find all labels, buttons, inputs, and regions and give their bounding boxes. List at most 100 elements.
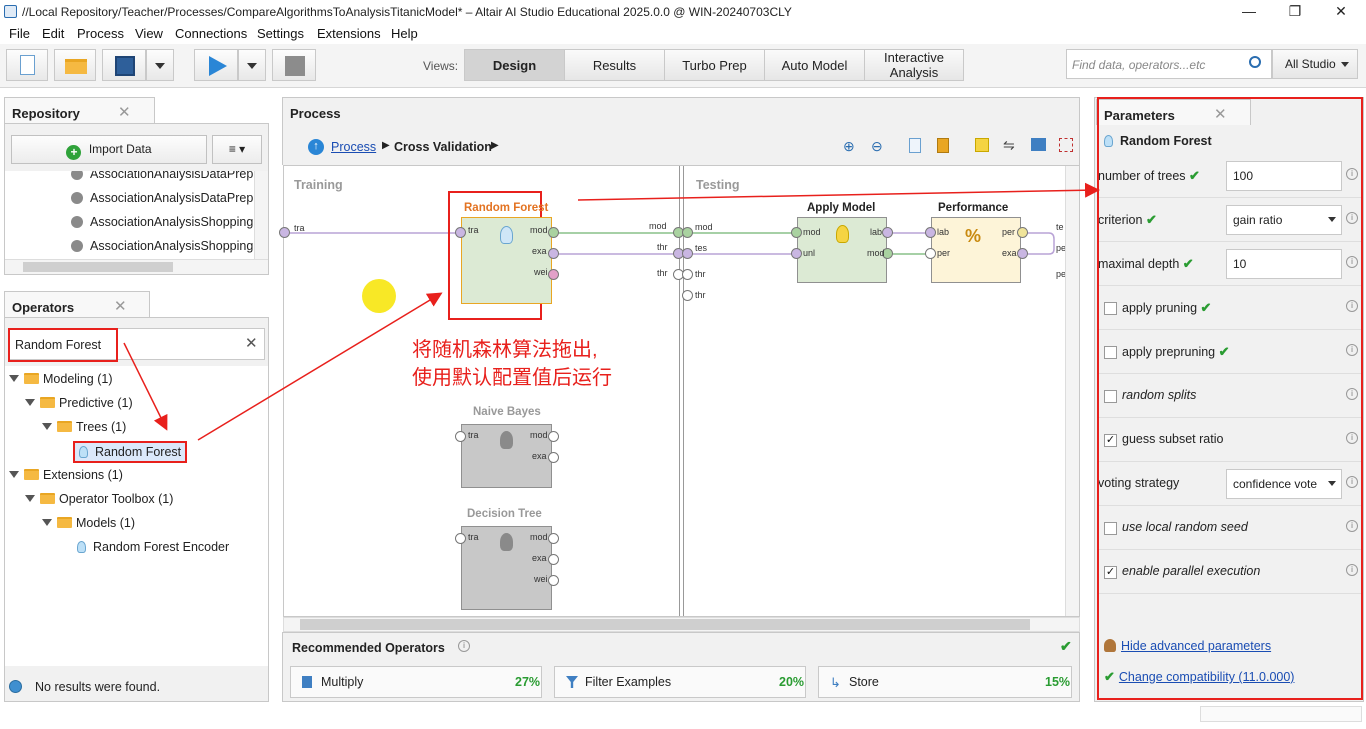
paste-icon[interactable] bbox=[937, 138, 949, 153]
save-button[interactable] bbox=[102, 49, 146, 81]
breadcrumb-root[interactable]: Process bbox=[331, 140, 376, 154]
view-interactive-analysis-tab[interactable]: Interactive Analysis bbox=[864, 49, 964, 81]
repository-hscrollbar[interactable] bbox=[5, 259, 268, 274]
tree-node-rf-encoder[interactable]: Random Forest Encoder bbox=[77, 540, 229, 554]
scroll-thumb[interactable] bbox=[300, 619, 1030, 630]
menu-view[interactable]: View bbox=[135, 26, 163, 41]
subprocess-port[interactable] bbox=[682, 269, 693, 280]
zoom-out-icon[interactable]: ⊖ bbox=[871, 138, 883, 155]
repository-item[interactable]: AssociationAnalysisShopping bbox=[71, 239, 253, 253]
close-icon[interactable]: ✕ bbox=[114, 297, 127, 315]
nb-output-port[interactable] bbox=[548, 452, 559, 463]
stop-button[interactable] bbox=[272, 49, 316, 81]
rf-input-port[interactable] bbox=[455, 227, 466, 238]
clear-icon[interactable]: ✕ bbox=[245, 334, 258, 352]
zoom-in-icon[interactable]: ⊕ bbox=[843, 138, 855, 155]
bulb-icon bbox=[77, 541, 86, 553]
scroll-thumb[interactable] bbox=[23, 262, 173, 272]
repository-item[interactable]: AssociationAnalysisDataPrep bbox=[71, 171, 253, 181]
repository-item[interactable]: AssociationAnalysisDataPrep bbox=[71, 191, 253, 205]
dt-output-port[interactable] bbox=[548, 533, 559, 544]
import-data-button[interactable]: + Import Data bbox=[11, 135, 207, 164]
menu-edit[interactable]: Edit bbox=[42, 26, 64, 41]
subprocess-port[interactable] bbox=[682, 290, 693, 301]
search-scope-dropdown[interactable]: All Studio bbox=[1272, 49, 1358, 79]
layers-icon[interactable] bbox=[1031, 138, 1046, 151]
operators-tab-label: Operators bbox=[12, 300, 75, 315]
tree-node-random-forest[interactable]: Random Forest bbox=[73, 441, 188, 463]
menu-connections[interactable]: Connections bbox=[175, 26, 247, 41]
auto-wire-icon[interactable]: ⇋ bbox=[1003, 137, 1015, 154]
view-turbo-prep-tab[interactable]: Turbo Prep bbox=[664, 49, 765, 81]
repository-tab[interactable]: Repository ✕ bbox=[4, 97, 155, 123]
performance-output-port[interactable] bbox=[1017, 248, 1028, 259]
collapse-icon[interactable]: ✔ bbox=[1060, 638, 1072, 655]
subprocess-port[interactable] bbox=[682, 227, 693, 238]
process-tab[interactable]: Process bbox=[282, 97, 1080, 127]
close-icon[interactable]: ✕ bbox=[118, 103, 131, 121]
repository-menu-button[interactable]: ≡ ▾ bbox=[212, 135, 262, 164]
canvas-vscrollbar[interactable] bbox=[1065, 166, 1079, 616]
save-dropdown[interactable] bbox=[146, 49, 174, 81]
menu-file[interactable]: File bbox=[9, 26, 30, 41]
operators-tab[interactable]: Operators ✕ bbox=[4, 291, 150, 317]
run-dropdown[interactable] bbox=[238, 49, 266, 81]
open-button[interactable] bbox=[54, 49, 96, 81]
fit-icon[interactable] bbox=[1059, 138, 1073, 152]
tree-node-operator-toolbox[interactable]: Operator Toolbox (1) bbox=[25, 492, 173, 506]
run-button[interactable] bbox=[194, 49, 238, 81]
nb-output-port[interactable] bbox=[548, 431, 559, 442]
canvas-hscrollbar[interactable] bbox=[283, 617, 1080, 632]
menu-process[interactable]: Process bbox=[77, 26, 124, 41]
play-icon bbox=[209, 56, 227, 76]
rf-output-port[interactable] bbox=[548, 227, 559, 238]
port-label: thr bbox=[695, 269, 706, 279]
performance-input-port[interactable] bbox=[925, 227, 936, 238]
view-auto-model-tab[interactable]: Auto Model bbox=[764, 49, 865, 81]
view-results-tab[interactable]: Results bbox=[564, 49, 665, 81]
rf-output-port[interactable] bbox=[548, 269, 559, 280]
maximize-button[interactable]: ❐ bbox=[1272, 0, 1318, 24]
apply-model-input-port[interactable] bbox=[791, 227, 802, 238]
up-arrow-icon[interactable]: ↑ bbox=[308, 139, 324, 155]
copy-icon[interactable] bbox=[909, 138, 921, 153]
menu-help[interactable]: Help bbox=[391, 26, 418, 41]
tree-node-modeling[interactable]: Modeling (1) bbox=[9, 372, 112, 386]
process-canvas[interactable]: Training Testing tra Random Forest tra m… bbox=[279, 165, 1080, 617]
rf-output-port[interactable] bbox=[548, 248, 559, 259]
dt-output-port[interactable] bbox=[548, 554, 559, 565]
parameters-highlight-box bbox=[1097, 97, 1363, 700]
breadcrumb-current: Cross Validation bbox=[394, 140, 492, 154]
recommended-item-filter-examples[interactable]: Filter Examples 20% bbox=[554, 666, 806, 698]
view-design-tab[interactable]: Design bbox=[464, 49, 565, 81]
add-note-icon[interactable] bbox=[975, 138, 989, 152]
tree-node-trees[interactable]: Trees (1) bbox=[42, 420, 126, 434]
recommended-item-store[interactable]: ↳ Store 15% bbox=[818, 666, 1072, 698]
port-label: exa bbox=[532, 553, 547, 563]
menu-settings[interactable]: Settings bbox=[257, 26, 304, 41]
global-search-input[interactable]: Find data, operators...etc bbox=[1066, 49, 1272, 79]
apply-model-input-port[interactable] bbox=[791, 248, 802, 259]
dt-input-port[interactable] bbox=[455, 533, 466, 544]
close-window-button[interactable]: ✕ bbox=[1318, 0, 1364, 24]
repository-vscrollbar[interactable] bbox=[254, 171, 268, 259]
title-bar: //Local Repository/Teacher/Processes/Com… bbox=[0, 0, 1366, 24]
folder-icon bbox=[24, 469, 39, 480]
info-icon[interactable]: i bbox=[458, 640, 470, 652]
dt-output-port[interactable] bbox=[548, 575, 559, 586]
performance-input-port[interactable] bbox=[925, 248, 936, 259]
new-process-button[interactable] bbox=[6, 49, 48, 81]
recommended-item-multiply[interactable]: Multiply 27% bbox=[290, 666, 542, 698]
subprocess-port[interactable] bbox=[682, 248, 693, 259]
process-input-port[interactable] bbox=[279, 227, 290, 238]
tree-node-extensions[interactable]: Extensions (1) bbox=[9, 468, 123, 482]
folder-icon bbox=[24, 373, 39, 384]
nb-input-port[interactable] bbox=[455, 431, 466, 442]
minimize-button[interactable]: — bbox=[1226, 0, 1272, 24]
apply-model-output-port[interactable] bbox=[882, 227, 893, 238]
tree-node-predictive[interactable]: Predictive (1) bbox=[25, 396, 133, 410]
performance-output-port[interactable] bbox=[1017, 227, 1028, 238]
menu-extensions[interactable]: Extensions bbox=[317, 26, 381, 41]
tree-node-models[interactable]: Models (1) bbox=[42, 516, 135, 530]
repository-item[interactable]: AssociationAnalysisShopping bbox=[71, 215, 253, 229]
